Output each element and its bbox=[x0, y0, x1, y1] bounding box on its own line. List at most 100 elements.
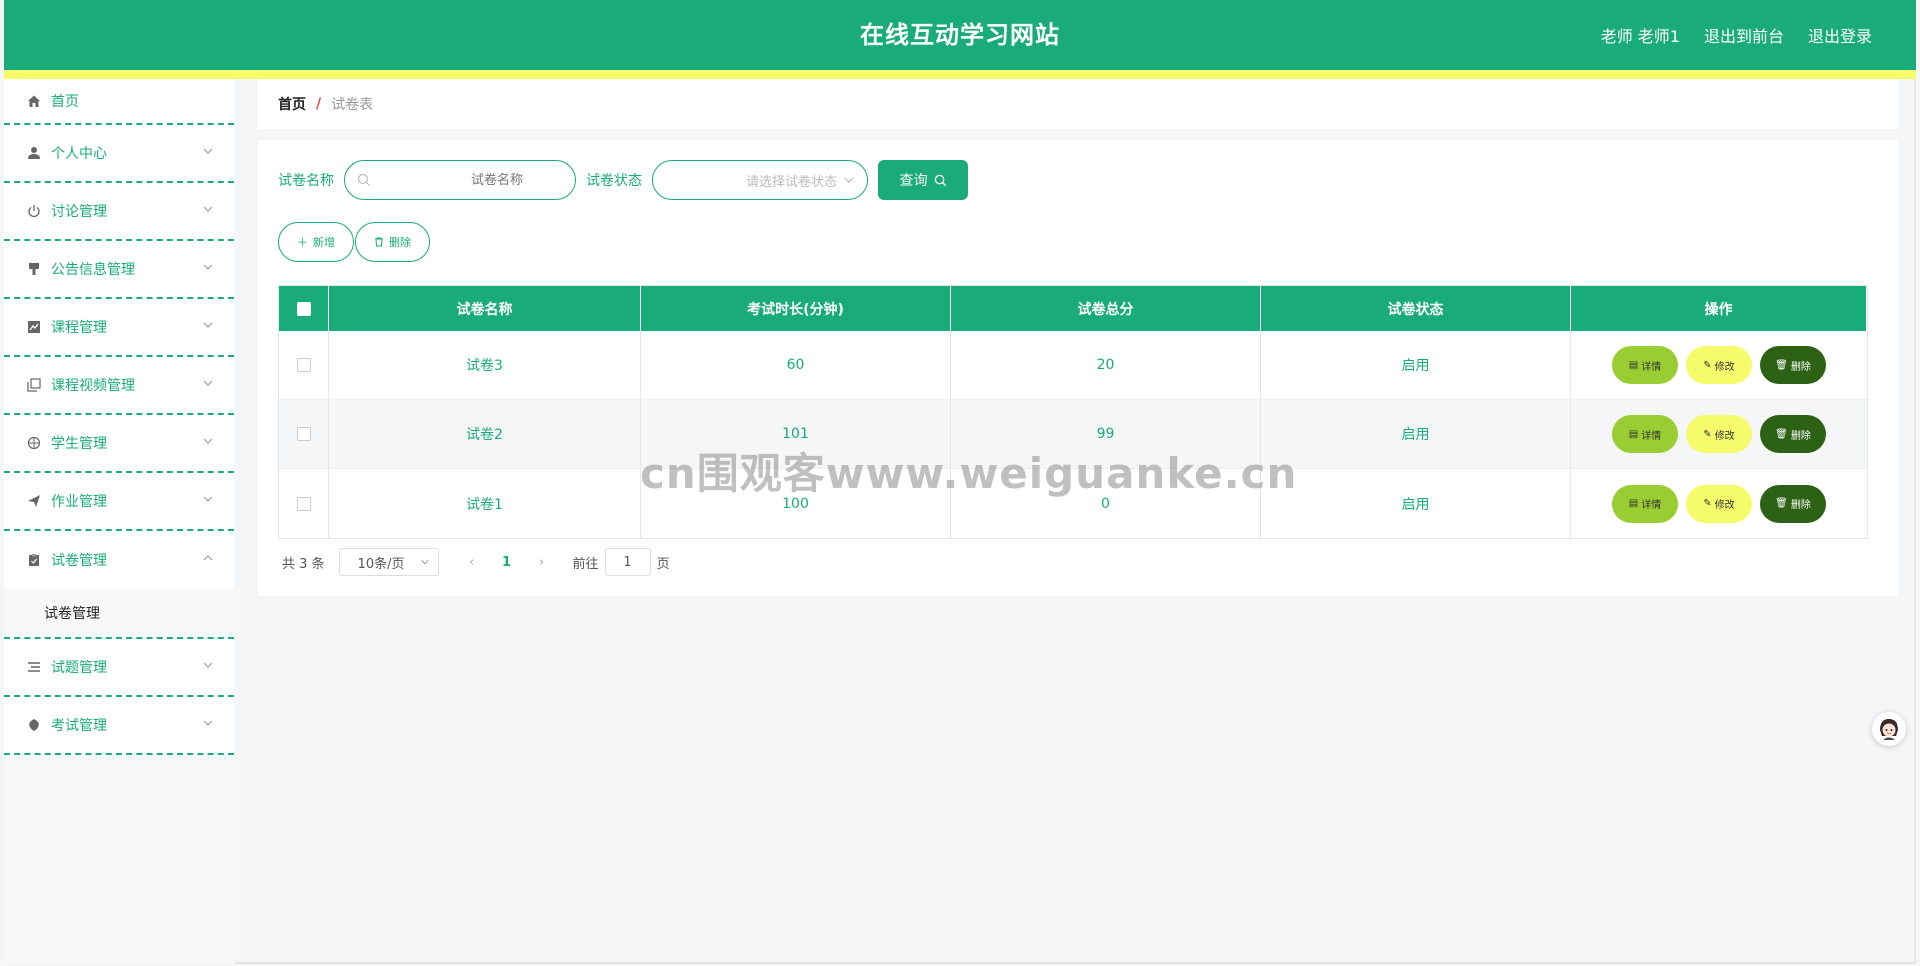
pencil-icon: ✎ bbox=[1703, 498, 1712, 509]
detail-button[interactable]: ▤ 详情 bbox=[1612, 346, 1678, 384]
add-button-label: 新增 bbox=[313, 236, 335, 249]
name-search-input[interactable] bbox=[371, 172, 541, 188]
chevron-down-icon bbox=[203, 322, 213, 328]
cell-operations: ▤ 详情 ✎ 修改 🗑 删除 bbox=[1571, 469, 1867, 538]
detail-label: 详情 bbox=[1641, 500, 1662, 511]
detail-button[interactable]: ▤ 详情 bbox=[1612, 415, 1678, 453]
chevron-down-icon bbox=[203, 380, 213, 386]
row-checkbox[interactable] bbox=[296, 358, 311, 372]
sidebar-item-label: 作业管理 bbox=[51, 494, 107, 510]
send-icon bbox=[26, 493, 42, 509]
sidebar-item-homework[interactable]: 作业管理 bbox=[4, 473, 234, 531]
cell-status: 启用 bbox=[1261, 469, 1571, 538]
goto-page-input[interactable] bbox=[604, 548, 651, 576]
add-button[interactable]: ＋ 新增 bbox=[278, 222, 354, 262]
batch-delete-button[interactable]: 删除 bbox=[355, 222, 430, 262]
page-number[interactable]: 1 bbox=[487, 555, 527, 570]
user-icon bbox=[26, 145, 42, 161]
cell-name: 试卷3 bbox=[329, 331, 641, 399]
pagination: 共 3 条 10条/页 ‹ 1 › 前往 页 bbox=[282, 547, 670, 577]
pencil-icon: ✎ bbox=[1703, 428, 1712, 440]
chevron-down-icon bbox=[203, 438, 213, 444]
submenu-item-exam-paper-manage[interactable]: 试卷管理 bbox=[4, 589, 234, 639]
sidebar-item-course-video[interactable]: 课程视频管理 bbox=[4, 357, 234, 415]
sidebar-item-personal[interactable]: 个人中心 bbox=[4, 125, 234, 183]
batch-delete-label: 删除 bbox=[389, 236, 411, 249]
status-search-label: 试卷状态 bbox=[586, 173, 642, 189]
table-row: 试卷3 60 20 启用 ▤ 详情 ✎ 修改 🗑 删除 bbox=[279, 331, 1867, 400]
row-checkbox[interactable] bbox=[296, 496, 311, 511]
sidebar-item-label: 讨论管理 bbox=[51, 204, 107, 220]
chat-avatar[interactable] bbox=[1872, 712, 1906, 746]
edit-button[interactable]: ✎ 修改 bbox=[1686, 346, 1752, 384]
detail-button[interactable]: ▤ 详情 bbox=[1612, 484, 1678, 523]
delete-button[interactable]: 🗑 删除 bbox=[1760, 484, 1826, 523]
cell-name: 试卷2 bbox=[329, 400, 641, 468]
edit-label: 修改 bbox=[1714, 430, 1735, 442]
select-all-checkbox[interactable] bbox=[296, 301, 311, 316]
sidebar-item-exam-paper[interactable]: 试卷管理 bbox=[4, 531, 234, 589]
chevron-down-icon bbox=[844, 177, 854, 183]
sidebar-item-student[interactable]: 学生管理 bbox=[4, 415, 234, 473]
watermark: cn围观客www.weiguanke.cn bbox=[640, 449, 1298, 498]
status-select[interactable]: 请选择试卷状态 bbox=[652, 160, 868, 200]
chevron-down-icon bbox=[203, 662, 213, 668]
sidebar-item-label: 首页 bbox=[51, 94, 79, 110]
table-header: 试卷名称 考试时长(分钟) 试卷总分 试卷状态 操作 bbox=[279, 286, 1867, 331]
sidebar-item-exam[interactable]: 考试管理 bbox=[4, 697, 234, 755]
goto-prefix: 前往 bbox=[572, 556, 599, 572]
chevron-down-icon bbox=[203, 206, 213, 212]
sidebar-item-label: 试卷管理 bbox=[51, 553, 107, 569]
sidebar-item-label: 个人中心 bbox=[51, 146, 107, 162]
detail-label: 详情 bbox=[1641, 430, 1662, 442]
breadcrumb-home[interactable]: 首页 bbox=[278, 94, 306, 114]
name-search-field[interactable] bbox=[344, 160, 576, 200]
delete-button[interactable]: 🗑 删除 bbox=[1760, 415, 1826, 453]
page-size-select[interactable]: 10条/页 bbox=[338, 548, 439, 576]
next-page-button[interactable]: › bbox=[527, 555, 557, 570]
sidebar-item-question[interactable]: 试题管理 bbox=[4, 639, 234, 697]
sidebar-item-label: 课程管理 bbox=[51, 320, 107, 336]
breadcrumb-separator: / bbox=[316, 96, 322, 112]
trash-icon bbox=[375, 237, 383, 247]
delete-label: 删除 bbox=[1790, 430, 1811, 442]
cell-operations: ▤ 详情 ✎ 修改 🗑 删除 bbox=[1571, 400, 1867, 468]
breadcrumb-current: 试卷表 bbox=[331, 97, 374, 113]
header-name: 试卷名称 bbox=[329, 286, 641, 331]
cell-status: 启用 bbox=[1261, 400, 1571, 468]
list-icon bbox=[26, 659, 42, 675]
cell-duration: 60 bbox=[641, 331, 951, 399]
brush-icon bbox=[26, 261, 42, 277]
to-front-link[interactable]: 退出到前台 bbox=[1704, 23, 1784, 47]
trash-icon: 🗑 bbox=[1775, 359, 1788, 371]
sidebar: 首页 个人中心 讨论管理 公告信息管理 课程管理 课程视频管理 学生管理 作业管… bbox=[4, 79, 234, 964]
search-row: 试卷名称 试卷状态 请选择试卷状态 查询 bbox=[278, 160, 968, 200]
sidebar-item-course[interactable]: 课程管理 bbox=[4, 299, 234, 357]
sidebar-item-discussion[interactable]: 讨论管理 bbox=[4, 183, 234, 241]
edit-button[interactable]: ✎ 修改 bbox=[1686, 484, 1752, 523]
header-select-cell bbox=[279, 286, 329, 331]
main-panel: 试卷名称 试卷状态 请选择试卷状态 查询 ＋ 新增 删除 bbox=[258, 140, 1898, 596]
chevron-up-icon bbox=[203, 555, 213, 561]
sidebar-item-label: 学生管理 bbox=[51, 436, 107, 452]
sidebar-item-home[interactable]: 首页 bbox=[4, 79, 234, 125]
sidebar-item-notice[interactable]: 公告信息管理 bbox=[4, 241, 234, 299]
prev-page-button[interactable]: ‹ bbox=[457, 555, 487, 570]
chevron-down-icon bbox=[203, 148, 213, 154]
edit-button[interactable]: ✎ 修改 bbox=[1686, 415, 1752, 453]
detail-label: 详情 bbox=[1641, 361, 1662, 373]
doc-icon: ▤ bbox=[1628, 359, 1639, 371]
status-select-placeholder: 请选择试卷状态 bbox=[745, 174, 837, 190]
doc-icon: ▤ bbox=[1628, 428, 1639, 440]
row-select-cell bbox=[279, 400, 329, 468]
sidebar-item-label: 课程视频管理 bbox=[51, 378, 135, 394]
sidebar-item-label: 试题管理 bbox=[51, 660, 107, 676]
delete-label: 删除 bbox=[1790, 361, 1811, 373]
current-user: 老师 老师1 bbox=[1600, 27, 1680, 46]
delete-button[interactable]: 🗑 删除 bbox=[1760, 346, 1826, 384]
row-checkbox[interactable] bbox=[296, 427, 311, 441]
cell-operations: ▤ 详情 ✎ 修改 🗑 删除 bbox=[1571, 331, 1867, 399]
logout-link[interactable]: 退出登录 bbox=[1808, 23, 1872, 47]
query-button[interactable]: 查询 bbox=[878, 160, 968, 200]
breadcrumb: 首页 / 试卷表 bbox=[258, 79, 1898, 129]
